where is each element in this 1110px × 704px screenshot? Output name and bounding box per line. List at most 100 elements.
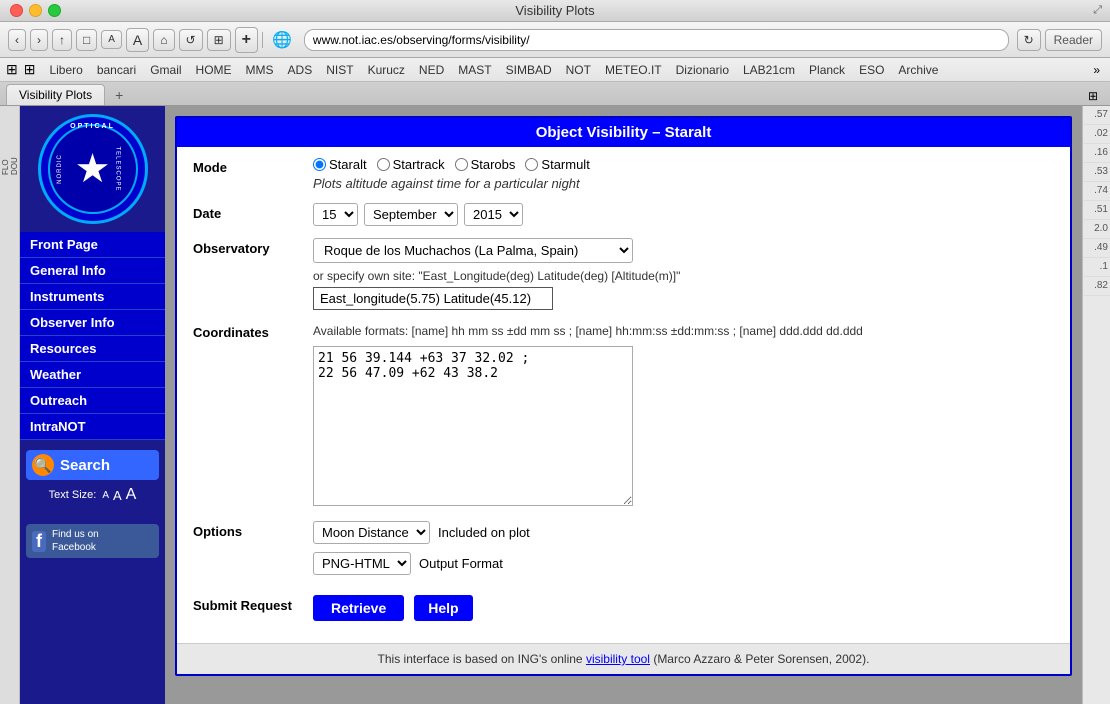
mode-starobs[interactable]: Starobs [455,157,516,172]
left-panel: FLODOU [0,106,20,704]
sidebar-item-outreach[interactable]: Outreach [20,388,165,414]
history-button[interactable]: ↺ [179,29,203,51]
output-format-select[interactable]: PNG-HTML PNG PS EPS [313,552,411,575]
sidebar-item-resources[interactable]: Resources [20,336,165,362]
mode-staralt-radio[interactable] [313,158,326,171]
date-year-select[interactable]: 2015 [464,203,523,226]
submit-label: Submit Request [193,595,313,613]
help-button[interactable]: Help [414,595,472,621]
mode-starmult-radio[interactable] [525,158,538,171]
bookmark-kurucz[interactable]: Kurucz [362,61,411,79]
coordinates-row: Coordinates Available formats: [name] hh… [193,322,1054,509]
date-day-select[interactable]: 15 [313,203,358,226]
right-num-10: .82 [1083,277,1110,296]
back-button[interactable]: ‹ [8,29,26,51]
text-size-med-button[interactable]: A [113,488,122,503]
download-button[interactable]: ⊞ [207,29,231,51]
bookmark-bancari[interactable]: bancari [91,61,142,79]
bookmark-nist[interactable]: NIST [320,61,359,79]
address-bar[interactable] [304,29,1009,51]
bookmark-mms[interactable]: MMS [240,61,280,79]
bookmark-libero[interactable]: Libero [43,61,88,79]
bookmark-not[interactable]: NOT [560,61,597,79]
bookmark-gmail[interactable]: Gmail [144,61,187,79]
date-month-select[interactable]: September [364,203,458,226]
reload-button[interactable]: ↻ [1017,29,1041,51]
share-button[interactable]: ↑ [52,29,72,51]
bookmark-eso[interactable]: ESO [853,61,890,79]
mode-starobs-radio[interactable] [455,158,468,171]
bookmark-ads[interactable]: ADS [282,61,319,79]
home-button[interactable]: ⌂ [153,29,174,51]
options-row: Options Moon Distance Moon Angle None In… [193,521,1054,583]
coordinates-label: Coordinates [193,322,313,340]
sidebar-item-observer-info[interactable]: Observer Info [20,310,165,336]
retrieve-button[interactable]: Retrieve [313,595,404,621]
right-num-4: .53 [1083,163,1110,182]
observatory-custom-input[interactable] [313,287,553,310]
bookmarks-bar: ⊞ ⊞ Libero bancari Gmail HOME MMS ADS NI… [0,58,1110,82]
maximize-button[interactable] [48,4,61,17]
search-icon: 🔍 [32,454,54,476]
close-button[interactable] [10,4,23,17]
moon-distance-select[interactable]: Moon Distance Moon Angle None [313,521,430,544]
text-smaller-button[interactable]: A [101,30,122,49]
mode-startrack[interactable]: Startrack [377,157,445,172]
bookmark-lab21cm[interactable]: LAB21cm [737,61,801,79]
main-layout: FLODOU OPTICAL NORDIC TELESCOPE ★ Front … [0,106,1110,704]
facebook-widget[interactable]: f Find us on Facebook [26,524,159,558]
sidebar-item-front-page[interactable]: Front Page [20,232,165,258]
bookmark-dizionario[interactable]: Dizionario [670,61,735,79]
sidebar-item-intranot[interactable]: IntraNOT [20,414,165,440]
form-header: Object Visibility – Staralt [177,118,1070,147]
observatory-label: Observatory [193,238,313,256]
mode-startrack-radio[interactable] [377,158,390,171]
coordinates-textarea[interactable]: 21 56 39.144 +63 37 32.02 ; 22 56 47.09 … [313,346,633,506]
mode-staralt[interactable]: Staralt [313,157,367,172]
footer-author: (Marco Azzaro & Peter Sorensen, 2002). [650,652,869,666]
text-larger-button[interactable]: A [126,28,149,52]
text-size-large-button[interactable]: A [126,486,137,504]
bookmark-home[interactable]: HOME [190,61,238,79]
right-panel: .57 .02 .16 .53 .74 .51 2.0 .49 .1 .82 [1082,106,1110,704]
sidebar-item-instruments[interactable]: Instruments [20,284,165,310]
bookmark-mast[interactable]: MAST [452,61,497,79]
tab-expand-icon[interactable]: ⊞ [1082,87,1104,105]
forward-button[interactable]: › [30,29,48,51]
search-box[interactable]: 🔍 Search [26,450,159,480]
tab-visibility-plots[interactable]: Visibility Plots [6,84,105,105]
submit-controls: Retrieve Help [313,595,1054,621]
bookmark-button[interactable]: □ [76,29,97,51]
submit-buttons: Retrieve Help [313,595,1054,621]
bookmarks-overflow[interactable]: » [1089,61,1104,79]
sidebar-item-weather[interactable]: Weather [20,362,165,388]
bookmark-ned[interactable]: NED [413,61,450,79]
title-bar: Visibility Plots ⤢ [0,0,1110,22]
bookmark-archive[interactable]: Archive [892,61,944,79]
window-controls[interactable] [10,4,61,17]
right-num-9: .1 [1083,258,1110,277]
output-format-row: PNG-HTML PNG PS EPS Output Format [313,552,1054,575]
bookmarks-icon: ⊞ [6,61,18,78]
observatory-controls: Roque de los Muchachos (La Palma, Spain)… [313,238,1054,310]
expand-icon[interactable]: ⤢ [1093,4,1102,17]
text-size-small-button[interactable]: A [102,490,109,501]
mode-starmult[interactable]: Starmult [525,157,589,172]
output-format-label: Output Format [419,556,503,571]
left-label: FLODOU [1,115,19,175]
new-tab-icon[interactable]: + [109,85,129,105]
minimize-button[interactable] [29,4,42,17]
sidebar-item-general-info[interactable]: General Info [20,258,165,284]
included-label: Included on plot [438,525,530,540]
toolbar: ‹ › ↑ □ A A ⌂ ↺ ⊞ + 🌐 ↻ Reader [0,22,1110,58]
options-label: Options [193,521,313,539]
visibility-tool-link[interactable]: visibility tool [586,652,650,666]
reader-button[interactable]: Reader [1045,29,1102,51]
bookmark-simbad[interactable]: SIMBAD [500,61,558,79]
bookmark-planck[interactable]: Planck [803,61,851,79]
sidebar-nav: Front Page General Info Instruments Obse… [20,232,165,440]
observatory-select[interactable]: Roque de los Muchachos (La Palma, Spain) [313,238,633,263]
new-tab-button[interactable]: + [235,27,258,53]
tab-bar: Visibility Plots + ⊞ [0,82,1110,106]
bookmark-meteo[interactable]: METEO.IT [599,61,668,79]
